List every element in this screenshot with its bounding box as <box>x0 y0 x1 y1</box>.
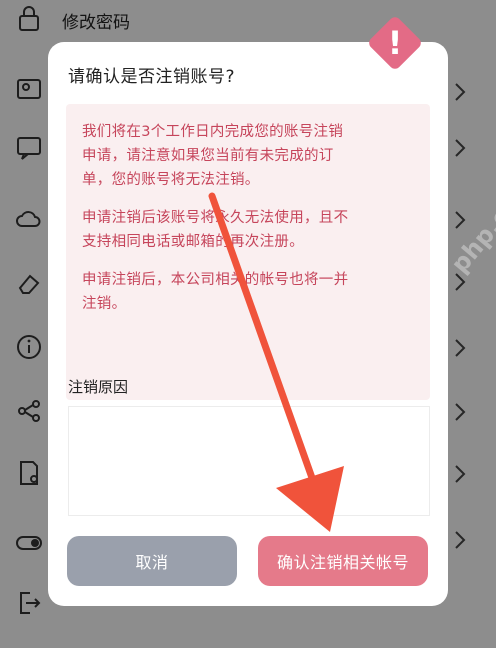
notice-line: 支持相同电话或邮箱的再次注册。 <box>82 234 304 250</box>
confirm-deactivate-button[interactable]: 确认注销相关帐号 <box>258 536 428 586</box>
notice-paragraph-2: 申请注销后该账号将永久无法使用，且不 支持相同电话或邮箱的再次注册。 <box>82 206 414 254</box>
warning-icon: ! <box>369 17 421 69</box>
notice-line: 申请，请注意如果您当前有未完成的订 <box>82 148 334 164</box>
notice-line: 单，您的账号将无法注销。 <box>82 172 260 188</box>
reason-input[interactable] <box>68 406 430 516</box>
deactivate-account-dialog: 请确认是否注销账号? 我们将在3个工作日内完成您的账号注销 申请，请注意如果您当… <box>48 42 448 606</box>
cancel-button[interactable]: 取消 <box>67 536 237 586</box>
notice-box: 我们将在3个工作日内完成您的账号注销 申请，请注意如果您当前有未完成的订 单，您… <box>66 104 430 400</box>
notice-line: 注销。 <box>82 296 127 312</box>
reason-label: 注销原因 <box>68 378 129 396</box>
warning-glyph: ! <box>388 24 403 62</box>
notice-paragraph-1: 我们将在3个工作日内完成您的账号注销 申请，请注意如果您当前有未完成的订 单，您… <box>82 120 414 192</box>
dialog-title: 请确认是否注销账号? <box>68 67 236 87</box>
notice-paragraph-3: 申请注销后，本公司相关的帐号也将一并 注销。 <box>82 268 414 316</box>
notice-line: 申请注销后该账号将永久无法使用，且不 <box>82 210 349 226</box>
notice-line: 申请注销后，本公司相关的帐号也将一并 <box>82 272 349 288</box>
notice-line: 我们将在3个工作日内完成您的账号注销 <box>82 124 344 140</box>
